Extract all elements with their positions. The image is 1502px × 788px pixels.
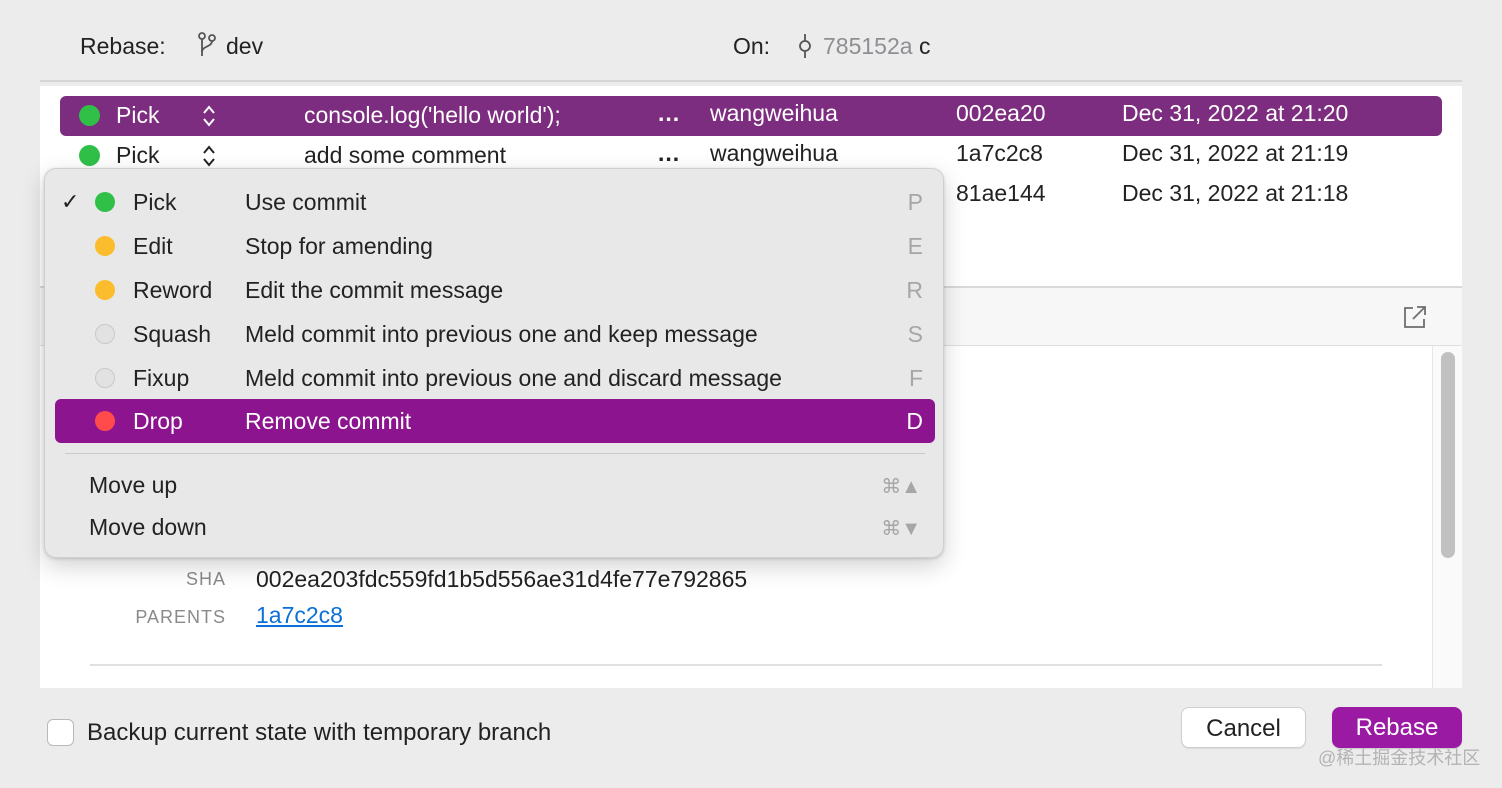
scrollbar-thumb[interactable] — [1441, 352, 1455, 558]
menu-item-desc: Meld commit into previous one and keep m… — [245, 321, 758, 347]
pick-status-dot-icon — [79, 105, 100, 126]
gray-dot-icon — [95, 324, 115, 344]
commit-sha: 81ae144 — [956, 180, 1046, 206]
more-ellipsis[interactable]: ... — [658, 100, 680, 127]
menu-item-pick[interactable]: ✓ Pick Use commit P — [55, 180, 935, 224]
on-commit-suffix: c — [918, 33, 931, 59]
on-commit: 785152a c — [823, 33, 930, 60]
commit-author: wangweihua — [710, 140, 838, 166]
red-dot-icon — [95, 411, 115, 431]
menu-item-name: Pick — [133, 189, 177, 215]
on-commit-sha: 785152a — [823, 33, 913, 59]
menu-item-name: Drop — [133, 408, 183, 434]
updown-chevron-icon[interactable] — [202, 103, 216, 129]
move-up-shortcut: ⌘▲ — [881, 476, 921, 498]
parent-commit-link[interactable]: 1a7c2c8 — [256, 602, 343, 629]
menu-item-shortcut: D — [906, 408, 923, 434]
commit-row[interactable]: Pick console.log('hello world'); ... wan… — [60, 96, 1442, 136]
menu-item-move-up[interactable]: Move up — [89, 472, 177, 499]
rebase-dialog: Rebase: dev On: 785152a c Pick console.l… — [0, 0, 1502, 788]
menu-item-shortcut: F — [908, 365, 923, 391]
commit-sha: 002ea20 — [956, 100, 1046, 126]
sha-value: 002ea203fdc559fd1b5d556ae31d4fe77e792865 — [256, 566, 748, 592]
menu-item-fixup[interactable]: Fixup Meld commit into previous one and … — [55, 356, 935, 400]
updown-chevron-icon[interactable] — [202, 143, 216, 169]
menu-item-desc: Remove commit — [245, 408, 412, 434]
sha-label: SHA — [185, 569, 226, 589]
backup-label[interactable]: Backup current state with temporary bran… — [87, 719, 551, 747]
commit-action[interactable]: Pick — [116, 142, 159, 169]
menu-item-desc: Meld commit into previous one and discar… — [245, 365, 782, 391]
commit-date: Dec 31, 2022 at 21:18 — [1122, 180, 1349, 206]
scrollbar[interactable] — [1432, 346, 1462, 688]
detail-divider — [90, 664, 1382, 666]
menu-item-name: Fixup — [133, 365, 190, 391]
branch-icon — [198, 32, 216, 56]
menu-item-shortcut: R — [906, 277, 923, 303]
branch-name: dev — [226, 33, 264, 59]
menu-item-edit[interactable]: Edit Stop for amending E — [55, 224, 935, 268]
checkmark-icon: ✓ — [61, 189, 80, 214]
on-label: On: — [733, 33, 771, 59]
pick-status-dot-icon — [79, 145, 100, 166]
commit-action[interactable]: Pick — [116, 102, 159, 129]
parents-label: PARENTS — [135, 607, 226, 627]
menu-item-name: Squash — [133, 321, 212, 347]
rebase-label: Rebase: — [80, 33, 166, 59]
menu-divider — [65, 453, 925, 454]
menu-item-desc: Stop for amending — [245, 233, 433, 259]
menu-item-shortcut: E — [907, 233, 923, 259]
menu-item-desc: Edit the commit message — [245, 277, 504, 303]
menu-item-shortcut: S — [907, 321, 923, 347]
watermark: @稀土掘金技术社区 — [1318, 748, 1481, 768]
menu-item-name: Edit — [133, 233, 173, 259]
menu-item-name: Reword — [133, 277, 213, 303]
action-menu: ✓ Pick Use commit P Edit Stop for amendi… — [44, 168, 944, 558]
cancel-button[interactable]: Cancel — [1181, 707, 1306, 748]
commit-message: add some comment — [304, 142, 506, 168]
yellow-dot-icon — [95, 280, 115, 300]
more-ellipsis[interactable]: ... — [658, 140, 680, 167]
commit-date: Dec 31, 2022 at 21:19 — [1122, 140, 1349, 166]
commit-icon — [799, 34, 811, 58]
header-divider — [40, 80, 1462, 82]
green-dot-icon — [95, 192, 115, 212]
commit-message: console.log('hello world'); — [304, 102, 561, 128]
gray-dot-icon — [95, 368, 115, 388]
commit-date: Dec 31, 2022 at 21:20 — [1122, 100, 1349, 126]
commit-sha: 1a7c2c8 — [956, 140, 1043, 166]
open-external-icon[interactable] — [1402, 304, 1428, 330]
menu-item-drop[interactable]: Drop Remove commit D — [55, 399, 935, 443]
menu-item-shortcut: P — [907, 189, 923, 215]
menu-item-reword[interactable]: Reword Edit the commit message R — [55, 268, 935, 312]
rebase-button[interactable]: Rebase — [1332, 707, 1462, 748]
move-down-shortcut: ⌘▼ — [881, 518, 921, 540]
menu-item-squash[interactable]: Squash Meld commit into previous one and… — [55, 312, 935, 356]
menu-item-move-down[interactable]: Move down — [89, 514, 207, 541]
yellow-dot-icon — [95, 236, 115, 256]
backup-checkbox[interactable] — [47, 719, 74, 746]
menu-item-desc: Use commit — [245, 189, 367, 215]
commit-author: wangweihua — [710, 100, 838, 126]
